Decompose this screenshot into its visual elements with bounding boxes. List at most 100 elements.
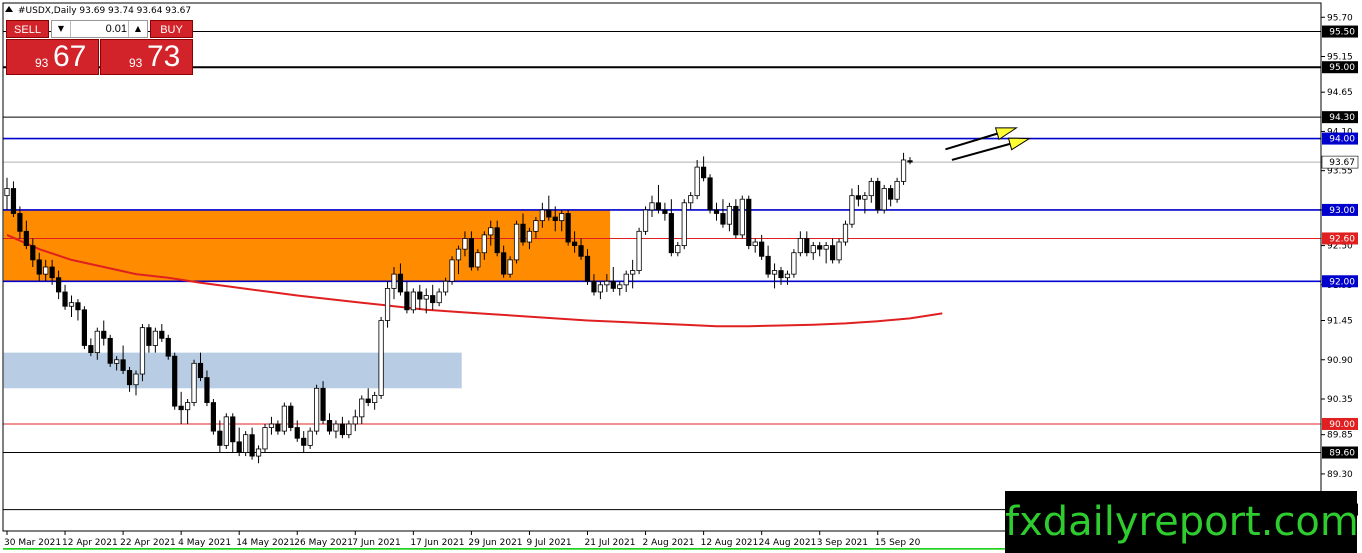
candle-body (513, 223, 520, 261)
x-tick-label: 12 Apr 2021 (62, 538, 118, 548)
candle-body (759, 241, 765, 257)
candle-body (75, 302, 81, 311)
one-click-trading-panel: SELL ▼ 0.01 ▲ BUY 93 67 93 73 (6, 20, 193, 75)
candle-body (101, 330, 107, 339)
lot-size-value[interactable]: 0.01 (72, 21, 127, 37)
candle-body (630, 270, 636, 275)
candle-body (533, 220, 539, 232)
candle-body (94, 330, 100, 354)
candle-body (675, 245, 681, 254)
sell-price-box[interactable]: 93 67 (6, 39, 99, 75)
candle-body (668, 213, 674, 254)
candle-body (868, 180, 874, 197)
candle-body (359, 398, 365, 418)
candle-body (681, 202, 687, 246)
candle-body (649, 202, 655, 211)
buy-button[interactable]: BUY (150, 20, 193, 38)
candle-body (804, 238, 810, 254)
candle-body (43, 266, 49, 275)
candle-body (784, 273, 791, 279)
y-tick-label: 89.85 (1327, 431, 1353, 441)
candle-body (301, 437, 307, 446)
x-tick-label: 29 Jun 2021 (468, 538, 522, 548)
candle-body (223, 416, 229, 446)
candle-body (520, 223, 526, 243)
candle-body (313, 387, 320, 432)
candle-body (584, 255, 591, 282)
candle-body (10, 188, 17, 214)
x-tick-label: 24 Aug 2021 (759, 538, 817, 548)
candle-body (642, 209, 649, 232)
chart-title: #USDX,Daily 93.69 93.74 93.64 93.67 (18, 6, 191, 16)
candle-body (262, 427, 268, 450)
level-tag-label: 95.50 (1329, 28, 1355, 38)
candle-body (746, 198, 752, 246)
candle-body (771, 270, 778, 275)
sell-button[interactable]: SELL (6, 20, 49, 38)
x-tick-label: 2 Aug 2021 (643, 538, 695, 548)
candle-body (210, 402, 216, 432)
candle-body (423, 295, 429, 300)
x-tick-label: 9 Jul 2021 (526, 538, 571, 548)
level-tag-label: 93.67 (1329, 158, 1355, 168)
x-tick-label: 21 Jul 2021 (585, 538, 636, 548)
candle-body (294, 427, 300, 439)
y-tick-label: 89.30 (1327, 470, 1353, 480)
candle-body (591, 280, 597, 293)
candle-body (552, 216, 558, 222)
candle-body (107, 337, 113, 364)
x-tick-label: 7 Jun 2021 (352, 538, 400, 548)
candle-body (610, 280, 616, 289)
candle-body (449, 259, 455, 282)
candle-body (23, 230, 29, 246)
candle-body (346, 423, 352, 436)
zone-light-blue (3, 352, 462, 389)
candle-body (172, 355, 178, 407)
chart-window[interactable]: 95.7095.1594.6594.1093.5593.0092.5091.95… (0, 0, 1362, 553)
candle-body (539, 209, 545, 222)
lot-size-field[interactable]: ▼ 0.01 ▲ (51, 20, 148, 38)
price-chart[interactable]: 95.7095.1594.6594.1093.5593.0092.5091.95… (0, 0, 1362, 553)
candle-body (726, 205, 733, 225)
lot-decrease-icon[interactable]: ▼ (52, 21, 71, 37)
candle-body (204, 377, 210, 403)
candle-body (397, 273, 404, 293)
candle-body (36, 259, 42, 275)
buy-price-pips: 73 (147, 40, 181, 73)
candle-body (565, 213, 571, 243)
candle-body (133, 373, 139, 386)
candle-body (778, 270, 784, 279)
candle-body (178, 405, 184, 411)
candle-body (617, 284, 623, 289)
candle-body (765, 255, 771, 275)
y-tick-label: 95.15 (1327, 53, 1353, 63)
level-tag-label: 93.00 (1329, 206, 1355, 216)
candle-body (365, 398, 371, 403)
buy-price-box[interactable]: 93 73 (100, 39, 193, 75)
candle-body (30, 245, 36, 261)
level-tag-label: 92.60 (1329, 234, 1355, 244)
candle-body (501, 252, 507, 275)
candle-body (455, 248, 462, 261)
candle-body (326, 420, 333, 432)
candle-body (546, 209, 552, 218)
lot-increase-icon[interactable]: ▲ (128, 21, 147, 37)
candle-body (507, 259, 513, 275)
candle-body (907, 160, 913, 163)
candle-body (275, 423, 281, 432)
candle-body (836, 241, 842, 261)
y-tick-label: 91.45 (1327, 317, 1353, 327)
y-tick-label: 90.90 (1327, 356, 1353, 366)
x-tick-label: 14 May 2021 (236, 538, 295, 548)
level-tag-label: 94.00 (1329, 135, 1355, 145)
candle-body (307, 430, 313, 446)
candle-body (623, 273, 629, 286)
candle-body (900, 159, 907, 182)
candle-body (694, 166, 700, 197)
candle-body (417, 291, 423, 300)
candle-body (49, 266, 55, 279)
candle-body (255, 448, 262, 457)
candle-body (720, 213, 726, 225)
candle-body (701, 166, 707, 179)
x-tick-label: 26 May 2021 (294, 538, 353, 548)
